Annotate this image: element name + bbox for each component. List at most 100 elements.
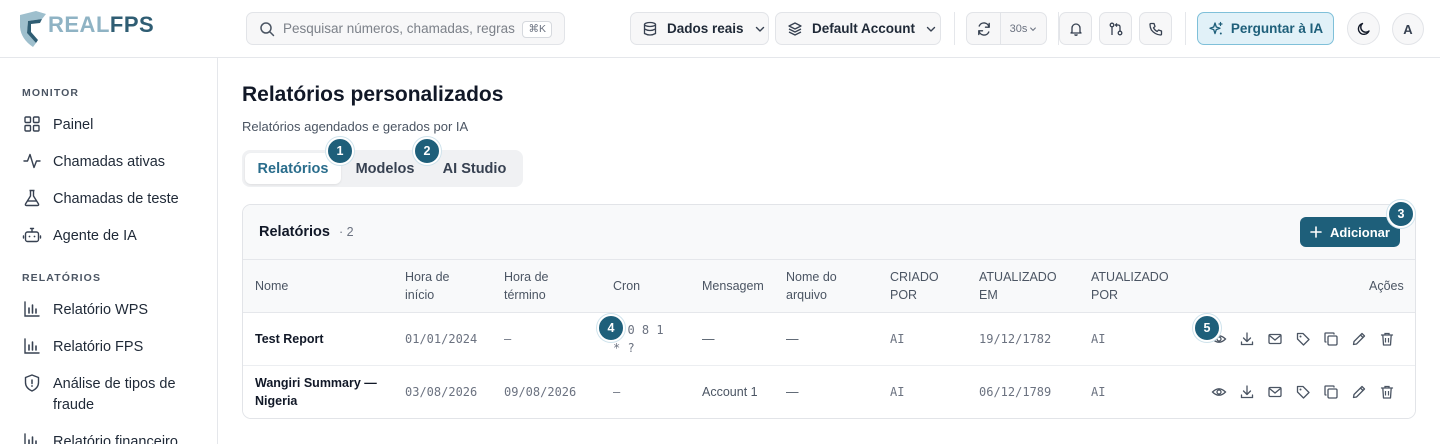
notifications-button[interactable]: [1059, 12, 1092, 45]
step-badge-3: 3: [1387, 200, 1415, 228]
account-label: Default Account: [812, 21, 916, 36]
edit-button[interactable]: [1349, 382, 1369, 402]
cell-filename: —: [786, 332, 799, 346]
page-title: Relatórios personalizados: [242, 83, 504, 106]
cell-name[interactable]: Wangiri Summary — Nigeria: [255, 374, 380, 410]
sidebar-item-chamadas-de-teste[interactable]: Chamadas de teste: [22, 189, 206, 210]
card-header: Relatórios · 2 Adicionar: [243, 205, 1415, 260]
duplicate-button[interactable]: [1321, 382, 1341, 402]
plus-icon: [1310, 226, 1322, 238]
column-header-hora-termino[interactable]: Hora de término: [504, 268, 574, 304]
search-input[interactable]: [283, 21, 515, 36]
avatar[interactable]: A: [1392, 13, 1424, 45]
tab-relatorios[interactable]: Relatórios: [245, 153, 341, 184]
git-compare-icon: [1109, 22, 1122, 35]
mail-icon: [1268, 333, 1282, 345]
add-report-label: Adicionar: [1330, 224, 1390, 240]
download-button[interactable]: [1237, 382, 1257, 402]
sidebar-item-relatorio-fps[interactable]: Relatório FPS: [22, 337, 206, 358]
table-row[interactable]: Wangiri Summary — Nigeria 03/08/2026 09/…: [243, 366, 1415, 418]
download-icon: [1240, 332, 1254, 346]
search-icon: [260, 21, 275, 36]
copy-icon: [1324, 385, 1338, 399]
sidebar-item-relatorio-financeiro[interactable]: Relatório financeiro: [22, 432, 206, 444]
card-title: Relatórios: [259, 224, 330, 240]
delete-button[interactable]: [1377, 329, 1397, 349]
tag-icon: [1296, 332, 1310, 346]
sidebar-item-analise-fraude[interactable]: Análise de tipos de fraude: [22, 374, 206, 416]
refresh-interval-select[interactable]: 30s: [1001, 13, 1046, 44]
sidebar-item-label: Relatório financeiro: [53, 434, 178, 444]
ask-ai-button[interactable]: Perguntar à IA: [1197, 12, 1334, 45]
logo[interactable]: REALFPS: [16, 9, 154, 49]
search-shortcut-badge: ⌘K: [522, 21, 552, 38]
tab-ai-studio[interactable]: AI Studio: [434, 153, 515, 184]
column-header-mensagem[interactable]: Mensagem: [702, 277, 764, 295]
bar-chart-icon: [24, 301, 40, 317]
email-button[interactable]: [1265, 329, 1285, 349]
email-button[interactable]: [1265, 382, 1285, 402]
data-mode-label: Dados reais: [667, 21, 744, 36]
sidebar-item-agente-de-ia[interactable]: Agente de IA: [22, 226, 206, 247]
sidebar-item-chamadas-ativas[interactable]: Chamadas ativas: [22, 152, 206, 173]
edit-button[interactable]: [1349, 329, 1369, 349]
tab-bar: Relatórios Modelos AI Studio: [242, 150, 523, 187]
column-header-hora-inicio[interactable]: Hora de início: [405, 268, 475, 304]
mail-icon: [1268, 386, 1282, 398]
cell-cron: —: [613, 385, 621, 399]
pencil-icon: [1352, 385, 1366, 399]
eye-icon: [1211, 388, 1227, 396]
column-header-acoes: Ações: [1369, 279, 1404, 293]
sidebar-item-relatorio-wps[interactable]: Relatório WPS: [22, 300, 206, 321]
pencil-icon: [1352, 332, 1366, 346]
duplicate-button[interactable]: [1321, 329, 1341, 349]
row-actions: [1209, 329, 1397, 349]
cell-filename: —: [786, 385, 799, 399]
database-icon: [643, 21, 657, 36]
search-box[interactable]: ⌘K: [246, 12, 565, 45]
tag-button[interactable]: [1293, 329, 1313, 349]
tag-button[interactable]: [1293, 382, 1313, 402]
reports-card: Relatórios · 2 Adicionar Nome Hora de in…: [242, 204, 1416, 419]
sidebar-item-label: Painel: [53, 117, 94, 133]
data-mode-select[interactable]: Dados reais: [630, 12, 769, 45]
column-header-criado-por[interactable]: CRIADO POR: [890, 268, 950, 304]
add-report-button[interactable]: Adicionar: [1300, 217, 1400, 247]
compare-button[interactable]: [1099, 12, 1132, 45]
column-header-atualizado-por[interactable]: ATUALIZADO POR: [1091, 268, 1181, 304]
bar-chart-icon: [24, 433, 37, 444]
theme-toggle[interactable]: [1347, 12, 1380, 45]
download-button[interactable]: [1237, 329, 1257, 349]
chevron-down-icon: [755, 26, 764, 32]
cell-updated-by: AI: [1091, 385, 1106, 399]
delete-button[interactable]: [1377, 382, 1397, 402]
sidebar-item-painel[interactable]: Painel: [22, 115, 206, 136]
refresh-interval-label: 30s: [1009, 22, 1028, 35]
column-header-atualizado-em[interactable]: ATUALIZADO EM: [979, 268, 1069, 304]
refresh-icon: [977, 21, 990, 36]
flask-icon: [24, 189, 40, 207]
sparkles-icon: [1209, 21, 1223, 34]
sidebar: MONITOR Painel Chamadas ativas Chamadas …: [0, 58, 218, 444]
tag-icon: [1296, 385, 1310, 399]
column-header-cron[interactable]: Cron: [613, 277, 640, 295]
cell-updated-at: 06/12/1789: [979, 385, 1052, 399]
column-header-nome[interactable]: Nome: [255, 277, 288, 295]
sidebar-item-label: Chamadas ativas: [53, 154, 166, 170]
column-header-nome-arquivo[interactable]: Nome do arquivo: [786, 268, 858, 304]
view-button[interactable]: [1209, 382, 1229, 402]
phone-icon: [1148, 22, 1162, 36]
step-badge-4: 4: [597, 314, 625, 342]
cell-name[interactable]: Test Report: [255, 330, 324, 348]
logo-text-real: REAL: [48, 12, 110, 37]
trash-icon: [1380, 332, 1394, 346]
refresh-button[interactable]: [967, 13, 1001, 44]
phone-button[interactable]: [1139, 12, 1172, 45]
account-select[interactable]: Default Account: [775, 12, 941, 45]
tab-modelos[interactable]: Modelos: [346, 153, 424, 184]
step-badge-5: 5: [1193, 314, 1221, 342]
sidebar-item-label: Chamadas de teste: [53, 191, 179, 207]
table-row[interactable]: Test Report 01/01/2024 — 0 0 8 1 * ? — —…: [243, 313, 1415, 366]
step-badge-1: 1: [326, 137, 354, 165]
page-subtitle: Relatórios agendados e gerados por IA: [242, 119, 469, 134]
